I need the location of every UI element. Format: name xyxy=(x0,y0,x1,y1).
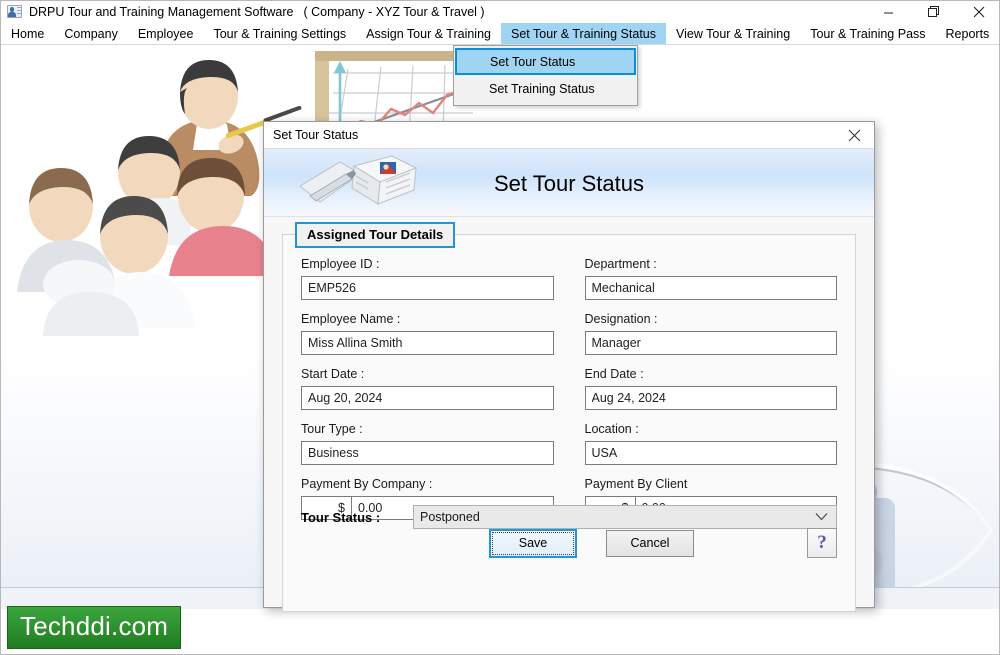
close-button[interactable] xyxy=(956,1,999,23)
input-employee-name[interactable] xyxy=(301,331,554,355)
window-company-name: ( Company - XYZ Tour & Travel ) xyxy=(303,5,485,19)
save-button[interactable]: Save xyxy=(489,528,577,558)
menu-item-tour-training-pass[interactable]: Tour & Training Pass xyxy=(800,23,935,44)
group-title-assigned-tour-details: Assigned Tour Details xyxy=(295,222,456,248)
fields-grid: Employee ID : Department : Employee Name… xyxy=(301,257,837,532)
app-id-card-icon xyxy=(7,4,23,20)
label-employee-id: Employee ID : xyxy=(301,257,380,271)
set-tour-status-dialog: Set Tour Status Set Tour Status Assigned… xyxy=(263,121,875,612)
dropdown-item-set-tour-status[interactable]: Set Tour Status xyxy=(455,48,636,75)
dialog-title-text: Set Tour Status xyxy=(273,128,359,142)
label-payment-by-company: Payment By Company : xyxy=(301,477,433,491)
menu-item-assign-tour-training[interactable]: Assign Tour & Training xyxy=(356,23,501,44)
field-row-4: Tour Type : Location : xyxy=(301,422,837,465)
menu-item-tour-training-settings[interactable]: Tour & Training Settings xyxy=(203,23,356,44)
label-tour-status: Tour Status : xyxy=(301,509,381,525)
cancel-button[interactable]: Cancel xyxy=(606,529,694,557)
field-row-3: Start Date : End Date : xyxy=(301,367,837,410)
window-controls xyxy=(866,1,999,23)
dialog-body: Assigned Tour Details Employee ID : Depa… xyxy=(264,218,874,612)
label-department: Department : xyxy=(584,257,657,271)
input-location[interactable] xyxy=(584,441,837,465)
input-employee-id[interactable] xyxy=(301,276,554,300)
dropdown-item-set-training-status[interactable]: Set Training Status xyxy=(454,75,637,102)
dialog-titlebar: Set Tour Status xyxy=(264,122,874,149)
watermark-techddi: Techddi.com xyxy=(7,606,182,649)
dialog-header: Set Tour Status xyxy=(264,149,874,217)
menu-item-company[interactable]: Company xyxy=(54,23,128,44)
help-button[interactable]: ? xyxy=(807,528,837,558)
menu-item-view-tour-training[interactable]: View Tour & Training xyxy=(666,23,800,44)
label-location: Location : xyxy=(584,422,639,436)
menu-item-home[interactable]: Home xyxy=(1,23,54,44)
window-title: DRPU Tour and Training Management Softwa… xyxy=(29,5,294,19)
field-end-date: End Date : xyxy=(584,367,837,410)
tour-status-row: Tour Status : Postponed xyxy=(301,505,837,529)
input-department[interactable] xyxy=(584,276,837,300)
field-location: Location : xyxy=(584,422,837,465)
selected-tour-status-value: Postponed xyxy=(420,510,480,524)
label-end-date: End Date : xyxy=(584,367,644,381)
menu-item-set-tour-training-status[interactable]: Set Tour & Training Status xyxy=(501,23,666,44)
chevron-down-icon xyxy=(815,510,828,524)
input-designation[interactable] xyxy=(584,331,837,355)
set-tour-training-status-dropdown: Set Tour Status Set Training Status xyxy=(453,45,638,106)
label-designation: Designation : xyxy=(584,312,658,326)
minimize-button[interactable] xyxy=(866,1,911,23)
field-row-1: Employee ID : Department : xyxy=(301,257,837,300)
menu-item-reports[interactable]: Reports xyxy=(936,23,999,44)
main-menubar: Home Company Employee Tour & Training Se… xyxy=(1,23,999,45)
select-tour-status[interactable]: Postponed xyxy=(413,505,837,529)
menu-item-employee[interactable]: Employee xyxy=(128,23,204,44)
label-payment-by-client: Payment By Client xyxy=(584,477,688,491)
dialog-close-icon[interactable] xyxy=(834,122,874,148)
label-tour-type: Tour Type : xyxy=(301,422,363,436)
restore-button[interactable] xyxy=(911,1,956,23)
assigned-tour-details-group: Assigned Tour Details Employee ID : Depa… xyxy=(282,222,856,612)
input-start-date[interactable] xyxy=(301,386,554,410)
field-department: Department : xyxy=(584,257,837,300)
field-designation: Designation : xyxy=(584,312,837,355)
label-start-date: Start Date : xyxy=(301,367,365,381)
input-end-date[interactable] xyxy=(584,386,837,410)
field-employee-name: Employee Name : xyxy=(301,312,554,355)
application-window: DRPU Tour and Training Management Softwa… xyxy=(0,0,1000,655)
label-employee-name: Employee Name : xyxy=(301,312,401,326)
field-employee-id: Employee ID : xyxy=(301,257,554,300)
field-row-2: Employee Name : Designation : xyxy=(301,312,837,355)
field-tour-type: Tour Type : xyxy=(301,422,554,465)
dialog-heading: Set Tour Status xyxy=(493,171,644,196)
field-start-date: Start Date : xyxy=(301,367,554,410)
input-tour-type[interactable] xyxy=(301,441,554,465)
window-titlebar: DRPU Tour and Training Management Softwa… xyxy=(1,1,999,23)
